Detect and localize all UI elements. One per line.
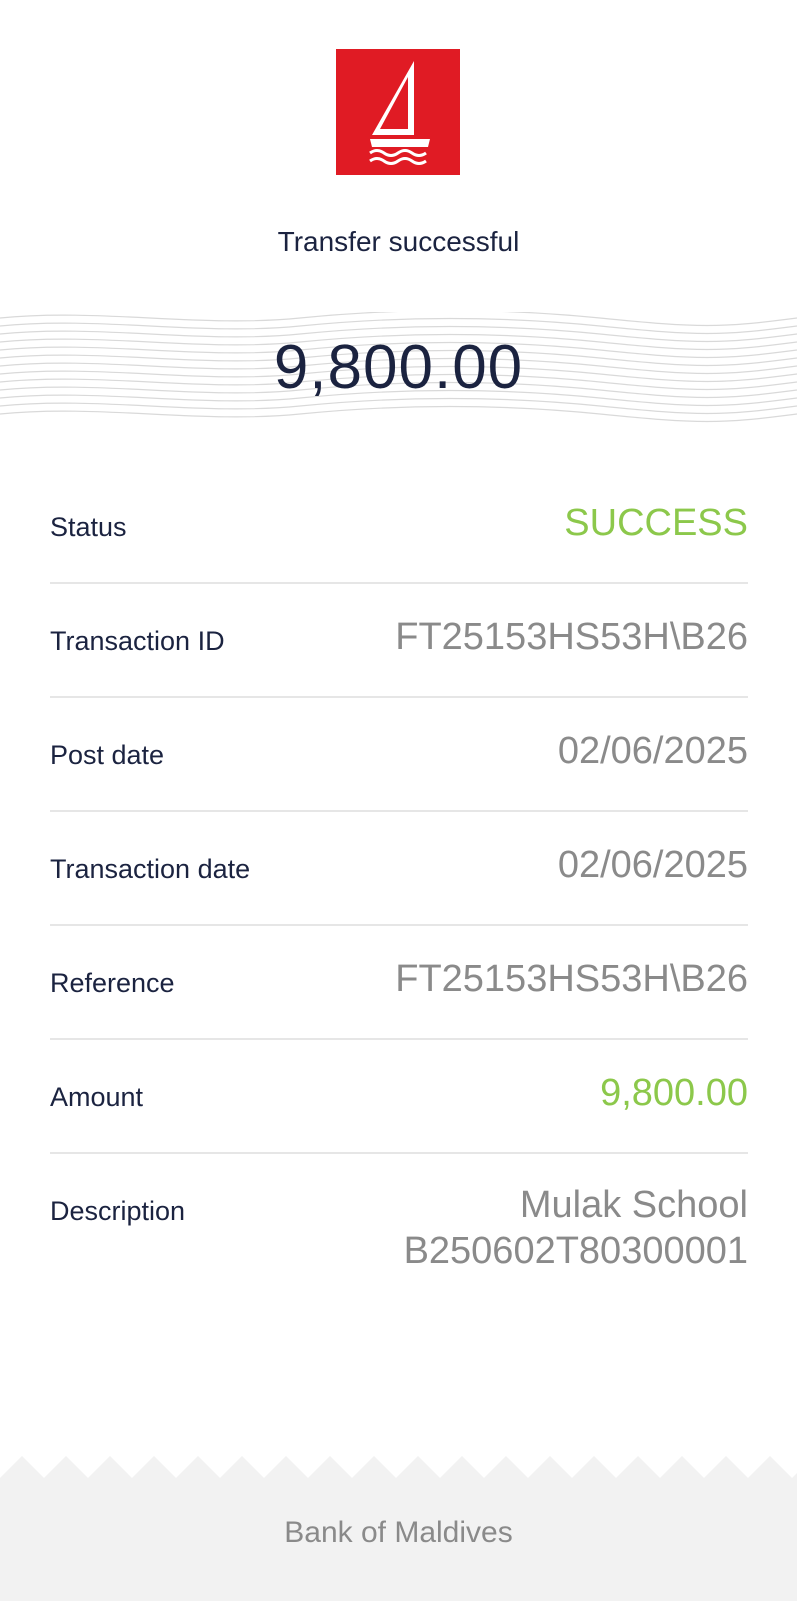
detail-label: Status — [50, 512, 127, 542]
sailboat-icon — [336, 49, 460, 175]
receipt-footer: Bank of Maldives — [0, 1456, 797, 1601]
transaction-date-value: 02/06/2025 — [557, 844, 748, 886]
detail-row-status: Status SUCCESS — [50, 470, 748, 584]
transfer-status-title: Transfer successful — [277, 226, 520, 257]
bank-logo — [336, 49, 460, 175]
post-date-value: 02/06/2025 — [557, 730, 748, 772]
description-value: Mulak School B250602T80300001 — [404, 1182, 748, 1274]
description-line-2: B250602T80300001 — [403, 1230, 748, 1272]
transaction-details: Status SUCCESS Transaction ID FT25153HS5… — [50, 470, 748, 1314]
detail-label: Post date — [50, 740, 165, 770]
detail-label: Description — [50, 1196, 186, 1226]
detail-label: Reference — [50, 968, 175, 998]
detail-row-amount: Amount 9,800.00 — [50, 1040, 748, 1154]
description-line-1: Mulak School — [519, 1184, 748, 1226]
detail-row-reference: Reference FT25153HS53H\B26 — [50, 926, 748, 1040]
amount-value: 9,800.00 — [600, 1072, 748, 1114]
bank-name: Bank of Maldives — [284, 1516, 513, 1549]
transfer-amount: 9,800.00 — [273, 333, 524, 402]
detail-row-description: Description Mulak School B250602T8030000… — [50, 1154, 748, 1314]
detail-label: Transaction date — [50, 854, 251, 884]
transaction-id-value: FT25153HS53H\B26 — [395, 616, 748, 658]
status-value: SUCCESS — [564, 502, 748, 544]
detail-row-transaction-date: Transaction date 02/06/2025 — [50, 812, 748, 926]
detail-label: Transaction ID — [50, 626, 225, 656]
detail-row-transaction-id: Transaction ID FT25153HS53H\B26 — [50, 584, 748, 698]
detail-row-post-date: Post date 02/06/2025 — [50, 698, 748, 812]
reference-value: FT25153HS53H\B26 — [395, 958, 748, 1000]
amount-banner: 9,800.00 — [0, 312, 797, 424]
detail-label: Amount — [50, 1082, 144, 1112]
